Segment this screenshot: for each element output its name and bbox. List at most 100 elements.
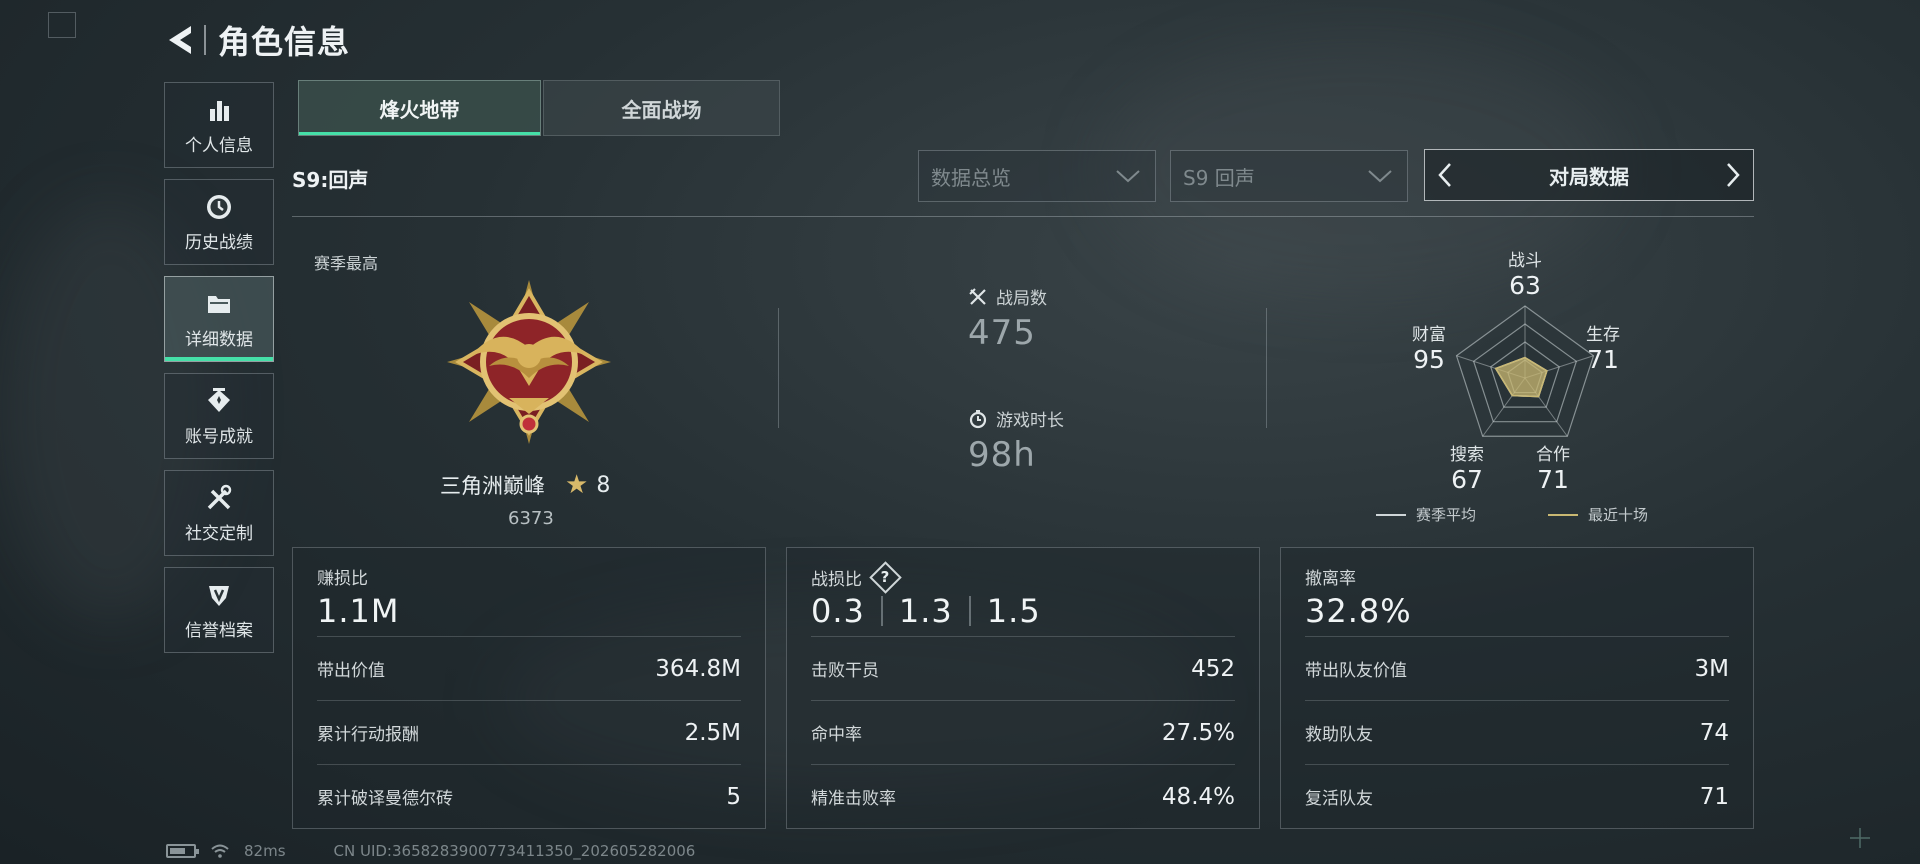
- matches-stat: 战局数 475: [968, 284, 1047, 353]
- card-title: 撤离率: [1305, 569, 1356, 589]
- status-footer: 82ms CN UID:3658283900773411350_20260528…: [166, 842, 695, 860]
- profit-card: 赚损比 1.1M 带出价值 364.8M 累计行动报酬 2.5M 累计破译曼德尔砖 5: [292, 547, 766, 829]
- legend-line: [1548, 513, 1578, 516]
- tab-hazard-zone[interactable]: 烽火地带: [298, 80, 541, 136]
- radar-axis-wealth: 财富 95: [1412, 325, 1446, 374]
- pager-label: 对局数据: [1549, 164, 1629, 189]
- sidebar-item-label: 详细数据: [185, 329, 253, 350]
- overview-dropdown[interactable]: 数据总览: [918, 150, 1156, 202]
- star-icon: ★: [565, 470, 589, 500]
- ability-radar: 战斗 63 生存 71 合作 71 搜索 67 财富 95: [1390, 240, 1660, 510]
- stat-row: 命中率 27.5%: [811, 700, 1235, 764]
- chevron-right-icon: [1727, 163, 1740, 187]
- vertical-separator: [778, 308, 779, 428]
- sidebar-item-detailed-data[interactable]: 详细数据: [164, 276, 274, 362]
- back-arrow-icon: [169, 26, 191, 54]
- sidebar-item-history[interactable]: 历史战绩: [164, 179, 274, 265]
- ratio-separator: [968, 596, 971, 626]
- chevron-down-icon: [1368, 170, 1392, 183]
- crosshair-icon: [1850, 828, 1870, 848]
- card-title: 战损比: [811, 569, 862, 590]
- legend-season-avg: 赛季平均: [1376, 504, 1476, 525]
- stat-row: 救助队友 74: [1305, 700, 1729, 764]
- ping-value: 82ms: [244, 842, 286, 860]
- radar-axis-cooperation: 合作 71: [1536, 445, 1570, 494]
- header-separator: [204, 25, 206, 55]
- sidebar: 个人信息 历史战绩 详细数据 账号成就 社交定制 信誉档案: [164, 82, 274, 664]
- vertical-separator: [1266, 308, 1267, 428]
- battery-icon: [166, 844, 199, 858]
- bar-chart-icon: [202, 95, 236, 125]
- season-title: S9:回声: [292, 168, 369, 192]
- rank-score: 6373: [508, 508, 554, 529]
- radar-axis-combat: 战斗 63: [1508, 251, 1542, 300]
- shield-icon: [202, 580, 236, 610]
- dropdown-value: S9 回声: [1183, 165, 1255, 190]
- legend-recent: 最近十场: [1548, 504, 1648, 525]
- ratio-separator: [880, 596, 883, 626]
- matches-value: 475: [968, 313, 1036, 353]
- stat-row: 累计破译曼德尔砖 5: [317, 764, 741, 828]
- corner-frame: [48, 12, 76, 38]
- legend-label: 最近十场: [1588, 506, 1649, 524]
- sidebar-item-label: 个人信息: [185, 135, 253, 156]
- kd-value: 1.3: [898, 592, 953, 630]
- sidebar-item-label: 社交定制: [185, 523, 253, 544]
- sidebar-item-label: 账号成就: [185, 426, 253, 447]
- sidebar-item-credit[interactable]: 信誉档案: [164, 567, 274, 653]
- question-icon: ?: [880, 568, 890, 586]
- season-dropdown[interactable]: S9 回声: [1170, 150, 1408, 202]
- uid-text: CN UID:3658283900773411350_202605282006: [333, 842, 696, 860]
- card-main-value: 1.1M: [317, 592, 400, 630]
- sidebar-item-personal-info[interactable]: 个人信息: [164, 82, 274, 168]
- legend-line: [1376, 513, 1406, 516]
- pager-prev-button[interactable]: [1425, 150, 1465, 200]
- kd-card: 战损比 ? 0.3 1.3 1.5 击败干员 452 命中率 27.5% 精准击败率…: [786, 547, 1260, 829]
- mode-tabs: 烽火地带 全面战场: [298, 80, 780, 136]
- rank-stars-count: 8: [596, 472, 611, 498]
- tools-icon: [202, 483, 236, 513]
- card-title: 赚损比: [317, 569, 368, 589]
- crossed-swords-icon: [969, 287, 986, 305]
- kd-value: 0.3: [811, 592, 865, 630]
- sidebar-item-achievements[interactable]: 账号成就: [164, 373, 274, 459]
- tab-full-battlefield[interactable]: 全面战场: [543, 80, 780, 136]
- radar-axis-search: 搜索 67: [1450, 445, 1484, 494]
- rank-name: 三角洲巅峰: [440, 474, 545, 498]
- kd-value: 1.5: [986, 592, 1041, 630]
- stat-row: 累计行动报酬 2.5M: [317, 700, 741, 764]
- divider: [292, 216, 1754, 217]
- pager-next-button[interactable]: [1713, 150, 1753, 200]
- extract-card: 撤离率 32.8% 带出队友价值 3M 救助队友 74 复活队友 71: [1280, 547, 1754, 829]
- chevron-down-icon: [1116, 170, 1140, 183]
- sidebar-item-social[interactable]: 社交定制: [164, 470, 274, 556]
- clock-icon: [202, 192, 236, 222]
- page-header: 角色信息: [160, 18, 350, 62]
- page-title: 角色信息: [218, 23, 351, 61]
- season-best-label: 赛季最高: [314, 254, 379, 273]
- legend-label: 赛季平均: [1416, 506, 1477, 524]
- stat-row: 带出价值 364.8M: [317, 636, 741, 700]
- radar-axis-survival: 生存 71: [1586, 325, 1620, 374]
- rank-row: 三角洲巅峰 ★ 8: [440, 470, 610, 500]
- matches-label: 战局数: [996, 289, 1047, 309]
- dropdown-value: 数据总览: [931, 165, 1011, 190]
- playtime-label: 游戏时长: [996, 411, 1064, 431]
- folder-icon: [202, 289, 236, 319]
- stat-row: 复活队友 71: [1305, 764, 1729, 828]
- wifi-icon: [211, 844, 229, 858]
- stat-row: 精准击败率 48.4%: [811, 764, 1235, 828]
- playtime-stat: 游戏时长 98h: [968, 406, 1064, 475]
- chevron-left-icon: [1438, 163, 1451, 187]
- back-button[interactable]: [160, 20, 200, 60]
- trophy-icon: [202, 386, 236, 416]
- help-button[interactable]: ?: [872, 564, 898, 590]
- rank-badge-icon: [447, 280, 611, 444]
- playtime-value: 98h: [968, 435, 1036, 475]
- sidebar-item-label: 信誉档案: [185, 620, 253, 641]
- sidebar-item-label: 历史战绩: [185, 232, 253, 253]
- stopwatch-icon: [969, 409, 987, 428]
- card-main-value: 32.8%: [1305, 592, 1412, 630]
- data-type-pager: 对局数据: [1424, 149, 1754, 201]
- stat-row: 带出队友价值 3M: [1305, 636, 1729, 700]
